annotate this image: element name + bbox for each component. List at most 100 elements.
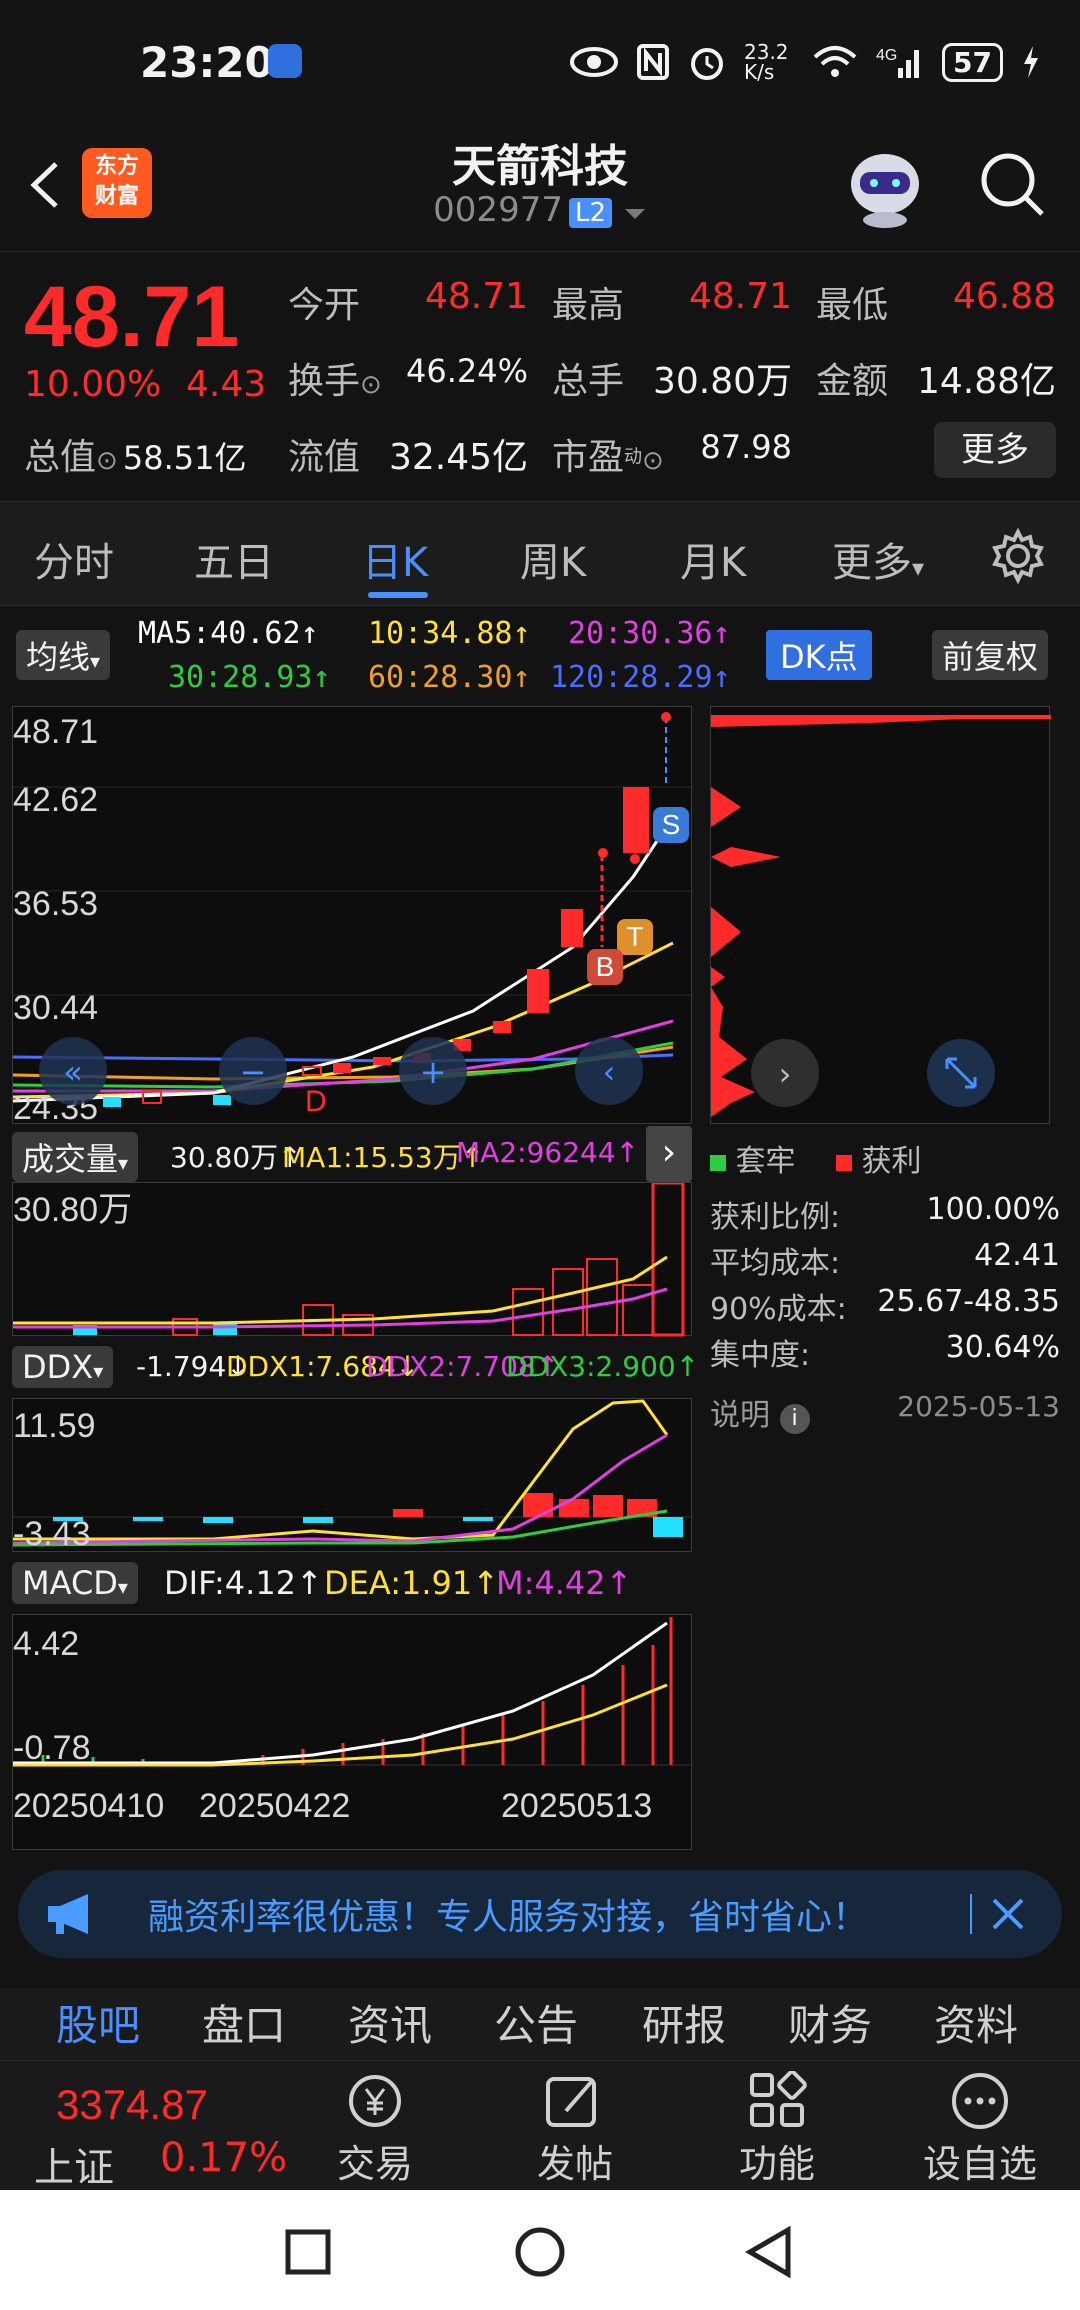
volume-ma1: MA1:15.53万↑ (282, 1141, 485, 1174)
tab-five-day[interactable]: 五日 (194, 530, 274, 588)
function-button[interactable]: 功能 (707, 2133, 847, 2188)
high-field: 最高 48.71 (552, 276, 792, 328)
macd-dea: DEA:1.91↑ (324, 1564, 500, 1602)
macd-selector-label: MACD (22, 1564, 118, 1602)
legend-trapped-label: 套牢 (735, 1144, 796, 1179)
profit-swatch (836, 1155, 852, 1171)
info-dots-icon: ⊙ (642, 446, 664, 476)
ddx-bars (53, 1493, 683, 1537)
robot-assistant-icon[interactable] (840, 144, 930, 230)
indicator-next-button[interactable]: › (646, 1126, 692, 1182)
volume-bars (73, 1181, 685, 1337)
t-marker-label: T (626, 921, 643, 952)
volume-panel[interactable]: 30.80万 (12, 1181, 692, 1337)
tab-profile[interactable]: 资料 (934, 1992, 1018, 2053)
legend-trapped: 套牢 (710, 1136, 796, 1180)
legend-profit-label: 获利 (861, 1144, 922, 1179)
tab-handicap[interactable]: 盘口 (202, 1992, 286, 2053)
volume-selector[interactable]: 成交量▾ (12, 1132, 139, 1182)
macd-panel[interactable]: 4.42 -0.78 20250410 20250422 20250513 (12, 1614, 693, 1850)
add-watchlist-button[interactable]: 设自选 (910, 2133, 1050, 2188)
dk-point-button[interactable]: DK点 (766, 630, 872, 680)
ma30-value: 30:28.93↑ (168, 660, 331, 695)
tab-more[interactable]: 更多▾ (832, 530, 924, 588)
tab-finance[interactable]: 财务 (788, 1992, 872, 2053)
period-tabs: 分时 五日 日K 周K 月K 更多▾ (0, 502, 1080, 606)
volume-value: 30.80万 (652, 361, 792, 402)
ddx-panel[interactable]: 11.59 -3.43 (12, 1398, 693, 1553)
macd-y-bottom: -0.78 (13, 1729, 91, 1767)
low-field: 最低 46.88 (816, 276, 1056, 328)
market-cap: 总值⊙ 58.51亿 (24, 428, 247, 480)
x-date-label: 20250513 (501, 1787, 652, 1825)
search-icon[interactable] (978, 150, 1048, 220)
volume-chart: 30.80万 (13, 1181, 685, 1337)
low-label: 最低 (816, 285, 889, 326)
tab-research[interactable]: 研报 (642, 1992, 726, 2053)
chip-note[interactable]: 说明 i (710, 1390, 810, 1434)
index-ticker[interactable]: 3374.87 上证 0.17% (0, 2061, 320, 2191)
market-cap-label: 总值 (24, 437, 97, 478)
ddx-selector[interactable]: DDX▾ (12, 1346, 114, 1388)
kline-chart: S T B D 48.71 42.62 36.53 30.44 24.35 « … (12, 712, 693, 1127)
info-dots-icon: ⊙ (360, 370, 382, 400)
settings-gear-icon[interactable] (990, 528, 1046, 584)
stat-value: 42.41 (974, 1238, 1060, 1273)
home-icon[interactable] (514, 2226, 566, 2278)
chip-distribution-panel[interactable]: › (710, 706, 1051, 1124)
chip-distribution-chart: › (711, 715, 1051, 1117)
double-chevron-left-icon: « (63, 1053, 83, 1091)
ma10-value: 10:34.88↑ (368, 616, 531, 651)
ddx3-value: DDX3:2.900↑ (506, 1350, 700, 1383)
trade-button[interactable]: 交易 (305, 2133, 445, 2188)
turnover-field: 换手⊙ 46.24% (288, 352, 528, 404)
back-icon[interactable] (744, 2226, 796, 2278)
last-price: 48.71 (24, 269, 240, 365)
dea-line (13, 1683, 668, 1767)
sell-marker-label: S (662, 809, 681, 840)
recent-apps-icon[interactable] (284, 2228, 332, 2276)
more-quote-button[interactable]: 更多 (934, 422, 1056, 478)
active-tab-indicator (368, 592, 428, 598)
turnover-value: 46.24% (405, 352, 528, 390)
status-icons: 23.2 K/s 4G 57 (570, 42, 1041, 82)
stock-header: 东方 财富 天箭科技 002977 L2 (0, 120, 1080, 252)
tab-news[interactable]: 资讯 (348, 1992, 432, 2053)
open-field: 今开 48.71 (288, 276, 528, 328)
tab-daily-k[interactable]: 日K (362, 530, 428, 588)
tab-intraday[interactable]: 分时 (34, 530, 114, 588)
promo-banner[interactable]: 融资利率很优惠！专人服务对接，省时省心！ (18, 1870, 1062, 1958)
volume-field: 总手 30.80万 (552, 352, 792, 404)
tab-guba[interactable]: 股吧 (56, 1992, 140, 2053)
change-percent: 10.00% (24, 364, 162, 405)
y-label: 42.62 (13, 781, 98, 819)
market-cap-value: 58.51亿 (122, 439, 247, 477)
volume-legend: 成交量▾ 30.80万↑ MA1:15.53万↑ MA2:96244↑ › (0, 1124, 700, 1182)
macd-selector[interactable]: MACD▾ (12, 1562, 138, 1604)
post-button[interactable]: 发帖 (505, 2133, 645, 2188)
banner-divider (970, 1894, 972, 1934)
float-cap-value: 32.45亿 (388, 437, 528, 478)
macd-m: M:4.42↑ (496, 1564, 633, 1602)
dropdown-triangle-icon: ▾ (118, 1151, 129, 1175)
ma10-line (12, 941, 674, 1099)
dif-line (13, 1621, 668, 1765)
close-icon[interactable] (990, 1896, 1026, 1932)
open-label: 今开 (288, 285, 361, 326)
tab-announcements[interactable]: 公告 (494, 1992, 578, 2053)
chevron-down-icon (624, 209, 645, 219)
level2-badge: L2 (568, 198, 612, 228)
y-label: 30.44 (13, 989, 98, 1027)
ddx-y-bottom: -3.43 (13, 1515, 91, 1553)
ma120-value: 120:28.29↑ (550, 660, 731, 695)
amount-label: 金额 (816, 361, 889, 402)
change-amount: 4.43 (186, 364, 267, 405)
kline-panel[interactable]: S T B D 48.71 42.62 36.53 30.44 24.35 « … (12, 706, 693, 1127)
stat-label: 获利比例: (710, 1200, 841, 1235)
forward-adjust-button[interactable]: 前复权 (932, 630, 1049, 680)
tab-monthly-k[interactable]: 月K (680, 530, 746, 588)
ma-selector[interactable]: 均线▾ (16, 630, 111, 680)
tab-weekly-k[interactable]: 周K (520, 530, 586, 588)
app-notification-icon (268, 44, 302, 78)
x-date-label: 20250410 (13, 1787, 164, 1825)
